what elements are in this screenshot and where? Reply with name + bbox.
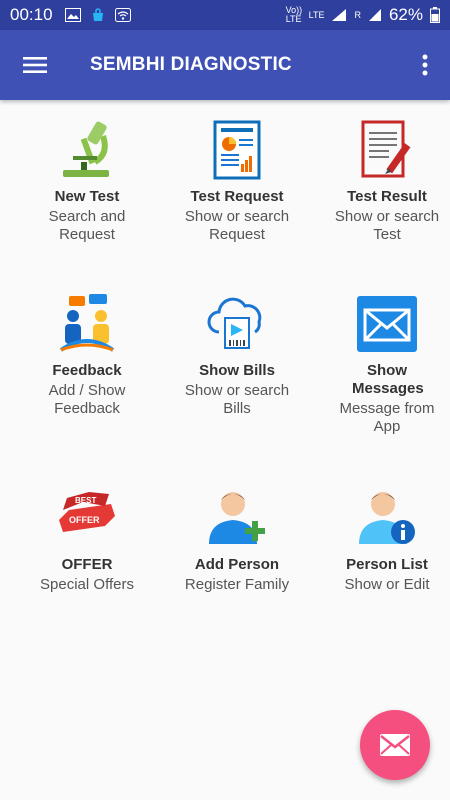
person-add-icon [209, 492, 265, 544]
tile-title: New Test [54, 188, 120, 205]
tile-add-person[interactable]: Add Person Register Family [162, 468, 312, 594]
tile-subtitle: Search and Request [48, 208, 126, 243]
people-chat-icon [59, 294, 115, 352]
tile-new-test[interactable]: New Test Search and Request [12, 100, 162, 244]
tile-title: Add Person [194, 556, 280, 573]
image-notification-icon [64, 8, 81, 22]
signal-icon-2 [368, 9, 381, 21]
document-pen-icon [361, 120, 411, 178]
ribbon-text-best: BEST [75, 496, 96, 505]
tile-test-result[interactable]: Test Result Show or search Test [312, 100, 450, 244]
tile-title: OFFER [61, 556, 113, 573]
roaming-label: R [354, 9, 361, 20]
tile-subtitle: Show or search Test [334, 208, 440, 243]
status-notification-icons [64, 8, 131, 22]
tile-title: Show Bills [199, 362, 275, 379]
wifi-notification-icon [114, 8, 131, 22]
menu-button[interactable] [5, 30, 65, 100]
app-bar: SEMBHI DIAGNOSTIC [0, 30, 450, 100]
tile-subtitle: Show or search Bills [184, 382, 290, 417]
microscope-icon [63, 121, 109, 177]
mail-icon [380, 734, 410, 756]
tile-feedback[interactable]: Feedback Add / Show Feedback [12, 274, 162, 418]
tile-title: Test Request [190, 188, 284, 205]
tile-subtitle: Message from App [339, 400, 435, 435]
tile-person-list[interactable]: Person List Show or Edit [312, 468, 450, 594]
page-title: SEMBHI DIAGNOSTIC [90, 54, 292, 75]
tile-title: Person List [346, 556, 428, 573]
cloud-receipt-icon [207, 297, 262, 349]
tile-subtitle: Special Offers [40, 576, 134, 593]
battery-percent: 62% [388, 5, 423, 24]
best-offer-ribbon-icon: BEST OFFER [59, 492, 115, 532]
tile-test-request[interactable]: Test Request Show or search Request [162, 100, 312, 244]
envelope-icon [357, 296, 417, 352]
tile-show-messages[interactable]: Show Messages Message from App [312, 274, 450, 436]
tile-title: Show Messages [352, 362, 424, 397]
tile-offer[interactable]: BEST OFFER OFFER Special Offers [12, 468, 162, 594]
tile-show-bills[interactable]: Show Bills Show or search Bills [162, 274, 312, 418]
compose-message-fab[interactable] [360, 710, 430, 780]
status-time: 00:10 [10, 5, 53, 24]
lte-label: LTE [308, 9, 325, 20]
hamburger-menu-icon [23, 57, 47, 73]
status-right-group: Vo)) LTE LTE R 62% [286, 5, 440, 25]
tile-subtitle: Register Family [184, 576, 290, 593]
tile-subtitle: Show or Edit [344, 576, 430, 593]
tile-subtitle: Add / Show Feedback [48, 382, 126, 417]
volte-label: Vo)) LTE [285, 5, 303, 24]
overflow-menu-button[interactable] [405, 30, 445, 100]
ribbon-text-offer: OFFER [69, 515, 100, 525]
report-chart-icon [213, 120, 261, 180]
signal-icon [332, 9, 347, 21]
person-info-icon [359, 492, 415, 544]
status-bar: 00:10 Vo)) LTE LTE R 62% [0, 0, 450, 30]
more-vertical-icon [422, 54, 428, 76]
tile-title: Test Result [347, 188, 427, 205]
battery-icon [430, 7, 440, 23]
shop-notification-icon [92, 8, 103, 21]
tile-title: Feedback [52, 362, 122, 379]
tile-subtitle: Show or search Request [184, 208, 290, 243]
